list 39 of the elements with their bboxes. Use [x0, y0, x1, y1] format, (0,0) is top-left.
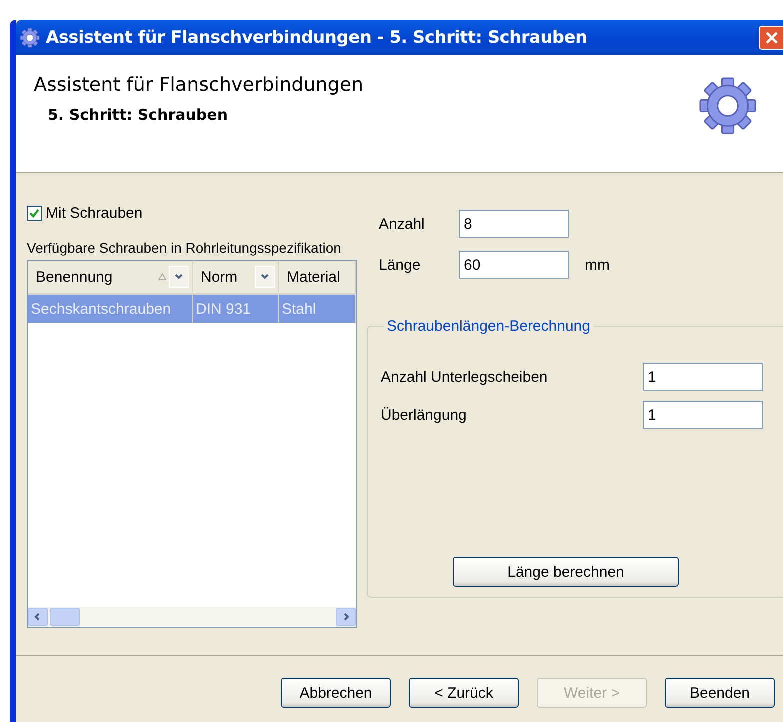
- gear-icon: [20, 28, 40, 48]
- group-legend: Schraubenlängen-Berechnung: [384, 318, 594, 335]
- field-label: Überlängung: [381, 406, 468, 424]
- scroll-thumb[interactable]: [50, 608, 80, 626]
- wizard-button[interactable]: < Zurück: [409, 678, 519, 708]
- list-caption: Verfügbare Schrauben in Rohrleitungsspezifikation: [27, 240, 342, 258]
- table-cell: Sechskantschrauben: [28, 295, 193, 323]
- wizard-button[interactable]: Abbrechen: [281, 678, 391, 708]
- input-field[interactable]: 1: [643, 363, 763, 391]
- step-title: 5. Schritt: Schrauben: [48, 106, 229, 124]
- scroll-right-button[interactable]: [336, 608, 356, 626]
- column-header[interactable]: Norm: [193, 261, 279, 293]
- calculate-length-button[interactable]: Länge berechnen: [453, 557, 679, 587]
- filter-dropdown[interactable]: [255, 266, 275, 288]
- window-title: Assistent für Flanschverbindungen - 5. Schritt: Schrauben: [46, 28, 588, 48]
- field-label: Anzahl: [379, 216, 426, 232]
- chevron-down-icon: [260, 272, 270, 282]
- input-field[interactable]: 1: [643, 401, 763, 429]
- wizard-title: Assistent für Flanschverbindungen: [34, 74, 364, 96]
- horizontal-scrollbar[interactable]: [28, 607, 356, 627]
- field-label: Anzahl Unterlegscheiben: [381, 368, 549, 386]
- gear-icon: [699, 77, 757, 135]
- checkbox[interactable]: [27, 206, 42, 220]
- checkbox-label: Mit Schrauben: [46, 204, 143, 222]
- field-label: Länge: [379, 256, 422, 274]
- chevron-down-icon: [174, 272, 184, 282]
- close-icon: [764, 30, 778, 44]
- table-cell: Stahl: [279, 295, 356, 323]
- close-button[interactable]: [759, 26, 783, 50]
- column-header[interactable]: Material: [279, 261, 356, 293]
- table-cell: DIN 931: [193, 295, 279, 323]
- wizard-button[interactable]: Beenden: [665, 678, 775, 708]
- column-header[interactable]: Benennung: [28, 261, 193, 293]
- input-field[interactable]: 8: [459, 210, 569, 238]
- sort-icon: [158, 273, 167, 281]
- filter-dropdown[interactable]: [169, 266, 189, 288]
- scroll-left-button[interactable]: [28, 608, 48, 626]
- input-field[interactable]: 60: [459, 251, 569, 279]
- unit-label: mm: [585, 256, 610, 274]
